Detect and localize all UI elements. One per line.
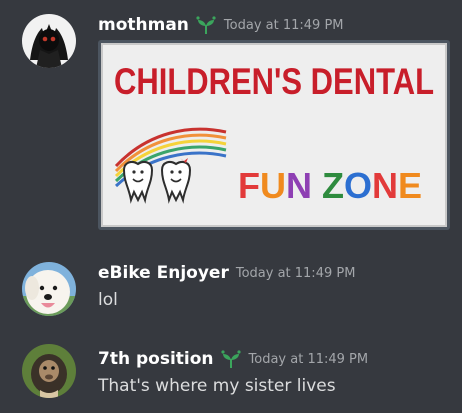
avatar[interactable] [22, 262, 76, 316]
sign-letter: O [344, 165, 372, 206]
sign-letter: U [260, 165, 286, 206]
timestamp[interactable]: Today at 11:49 PM [224, 18, 344, 33]
username[interactable]: eBike Enjoyer [98, 263, 229, 283]
timestamp[interactable]: Today at 11:49 PM [249, 352, 369, 367]
sprout-icon[interactable] [220, 349, 242, 369]
message-ebike-enjoyer: eBike Enjoyer Today at 11:49 PM lol [0, 252, 462, 322]
timestamp[interactable]: Today at 11:49 PM [236, 266, 356, 281]
message-mothman: mothman Today at 11:49 PM CHILDREN'S DEN… [0, 0, 462, 240]
sign-line-1: CHILDREN'S DENTAL [114, 61, 434, 102]
sign-line-2: FUN ZONE [238, 165, 422, 206]
sign-letter: Z [322, 165, 344, 206]
sign-letter: N [372, 165, 398, 206]
sprout-icon[interactable] [195, 15, 217, 35]
avatar[interactable] [22, 14, 76, 68]
avatar[interactable] [22, 344, 76, 398]
sign-letter: F [238, 165, 260, 206]
sign-letter: E [398, 165, 422, 206]
message-text: lol [98, 290, 118, 310]
message-7th-position: 7th position Today at 11:49 PM That's wh… [0, 336, 462, 410]
sign-letter: N [286, 165, 312, 206]
username[interactable]: 7th position [98, 349, 214, 369]
image-attachment[interactable]: CHILDREN'S DENTAL FUN ZONE [98, 40, 450, 230]
message-text: That's where my sister lives [98, 376, 336, 396]
username[interactable]: mothman [98, 15, 189, 35]
